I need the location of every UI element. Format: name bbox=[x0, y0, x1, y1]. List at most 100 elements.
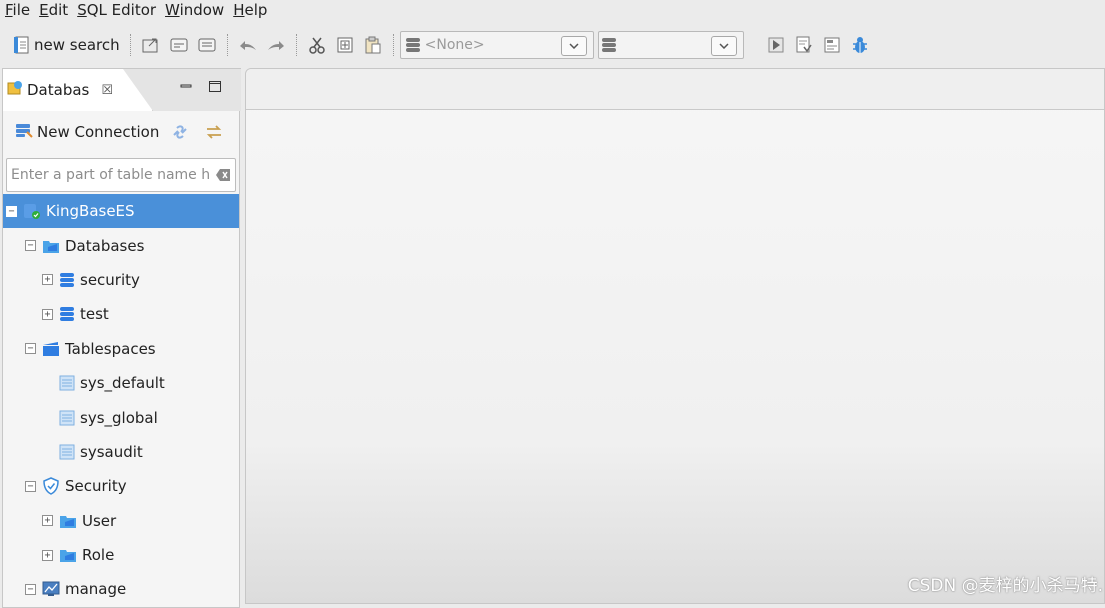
minimize-icon[interactable] bbox=[179, 79, 193, 93]
tree-item-tablespaces[interactable]: − Tablespaces bbox=[3, 332, 239, 366]
tree-item-user[interactable]: + User bbox=[3, 504, 239, 538]
menu-edit[interactable]: Edit bbox=[34, 1, 72, 19]
menu-window[interactable]: Window bbox=[160, 1, 228, 19]
bug-icon bbox=[851, 36, 869, 54]
tree-item-test-db[interactable]: + test bbox=[3, 297, 239, 331]
collapse-icon[interactable]: − bbox=[25, 583, 36, 595]
clear-icon[interactable] bbox=[215, 168, 231, 182]
chevron-down-icon[interactable] bbox=[560, 36, 587, 56]
tree-item-security-db[interactable]: + security bbox=[3, 263, 239, 297]
table-filter-input[interactable] bbox=[7, 166, 213, 184]
tab-label: Databas bbox=[27, 81, 90, 99]
copy-button[interactable] bbox=[331, 32, 359, 58]
datasource-combo[interactable]: <None> bbox=[399, 31, 594, 59]
paste-button[interactable] bbox=[359, 32, 387, 58]
navigator-toolbar: New Connection bbox=[3, 116, 239, 148]
menu-sql-editor[interactable]: SQL Editor bbox=[72, 1, 160, 19]
script-icon bbox=[14, 36, 30, 54]
tablespace-icon bbox=[59, 444, 75, 460]
tree-item-label: Security bbox=[65, 477, 127, 496]
editor-area bbox=[245, 68, 1105, 604]
clipboard-icon bbox=[364, 36, 382, 54]
export-button[interactable] bbox=[137, 32, 165, 58]
new-connection-icon bbox=[15, 122, 33, 142]
collapse-icon[interactable]: − bbox=[25, 343, 36, 355]
tree-item-databases[interactable]: − Databases bbox=[3, 228, 239, 262]
document-check-icon bbox=[795, 36, 813, 54]
chevron-down-icon[interactable] bbox=[710, 36, 737, 56]
sync-arrows-icon[interactable] bbox=[205, 124, 223, 140]
monitor-icon bbox=[42, 581, 60, 597]
menu-bar: File Edit SQL Editor Window Help bbox=[0, 0, 1105, 20]
panel-icon bbox=[170, 37, 188, 53]
execute-button[interactable] bbox=[762, 32, 790, 58]
collapse-icon[interactable]: − bbox=[25, 480, 36, 492]
tablespace-folder-icon bbox=[42, 341, 60, 357]
tree-item-label: KingBaseES bbox=[46, 202, 135, 221]
new-search-label: new search bbox=[34, 36, 120, 54]
database-combo[interactable] bbox=[597, 31, 744, 59]
expand-icon[interactable]: + bbox=[42, 274, 53, 286]
tree-item-label: sys_default bbox=[80, 374, 165, 393]
folder-icon bbox=[42, 238, 60, 254]
tree-item-kingbasees[interactable]: − KingBaseES bbox=[3, 194, 239, 229]
database-navigator-icon bbox=[7, 80, 23, 100]
link-icon[interactable] bbox=[171, 124, 189, 140]
explain-button[interactable] bbox=[790, 32, 818, 58]
undo-arrow-icon bbox=[238, 38, 258, 52]
toolbar-separator bbox=[226, 34, 228, 56]
expand-icon[interactable]: + bbox=[42, 515, 53, 527]
tree-item-label: sys_global bbox=[80, 408, 158, 427]
database-navigator-panel: Databas ☒ New Connection − KingBaseES − … bbox=[2, 68, 241, 608]
tablespace-icon bbox=[59, 375, 75, 391]
tree-item-role[interactable]: + Role bbox=[3, 538, 239, 572]
tree-item-sysaudit[interactable]: sysaudit bbox=[3, 435, 239, 469]
expand-icon[interactable]: + bbox=[42, 308, 53, 320]
redo-button[interactable] bbox=[262, 32, 290, 58]
rollback-button[interactable] bbox=[193, 32, 221, 58]
database-icon bbox=[59, 272, 75, 288]
database-tree: − KingBaseES − Databases + security + te… bbox=[3, 194, 239, 607]
tree-item-label: Databases bbox=[65, 236, 145, 255]
tree-item-label: sysaudit bbox=[80, 442, 143, 461]
database-icon bbox=[405, 37, 421, 53]
tree-item-label: security bbox=[80, 270, 140, 289]
collapse-icon[interactable]: − bbox=[6, 205, 17, 217]
tree-item-sys-global[interactable]: sys_global bbox=[3, 400, 239, 434]
editor-tab-bar bbox=[246, 69, 1104, 110]
commit-button[interactable] bbox=[165, 32, 193, 58]
tablespace-icon bbox=[59, 410, 75, 426]
tree-item-manage[interactable]: − manage bbox=[3, 572, 239, 606]
collapse-icon[interactable]: − bbox=[25, 240, 36, 252]
database-icon bbox=[601, 37, 617, 53]
tree-item-security[interactable]: − Security bbox=[3, 469, 239, 503]
tree-item-label: User bbox=[82, 511, 117, 530]
expand-icon[interactable]: + bbox=[42, 549, 53, 561]
maximize-icon[interactable] bbox=[208, 79, 222, 93]
tree-item-label: test bbox=[80, 305, 109, 324]
copy-icon bbox=[336, 36, 354, 54]
new-connection-button[interactable]: New Connection bbox=[15, 122, 159, 142]
menu-file[interactable]: File bbox=[0, 1, 34, 19]
cut-button[interactable] bbox=[303, 32, 331, 58]
scissors-icon bbox=[308, 36, 326, 54]
menu-help[interactable]: Help bbox=[228, 1, 271, 19]
debug-button[interactable] bbox=[846, 32, 874, 58]
undo-button[interactable] bbox=[234, 32, 262, 58]
tab-databases[interactable]: Databas ☒ bbox=[3, 69, 153, 111]
tree-item-sys-default[interactable]: sys_default bbox=[3, 366, 239, 400]
database-icon bbox=[59, 306, 75, 322]
main-toolbar: new search <None> bbox=[0, 28, 1105, 62]
table-filter-field[interactable] bbox=[6, 158, 236, 192]
panel-icon bbox=[198, 37, 216, 53]
shield-icon bbox=[42, 477, 60, 496]
tree-item-label: manage bbox=[65, 580, 127, 599]
tree-item-label: Role bbox=[82, 546, 115, 565]
export-icon bbox=[142, 37, 160, 53]
redo-arrow-icon bbox=[266, 38, 286, 52]
close-icon[interactable]: ☒ bbox=[101, 83, 113, 98]
new-search-button[interactable]: new search bbox=[0, 32, 124, 58]
play-icon bbox=[768, 37, 784, 53]
format-button[interactable] bbox=[818, 32, 846, 58]
toolbar-separator bbox=[295, 34, 297, 56]
